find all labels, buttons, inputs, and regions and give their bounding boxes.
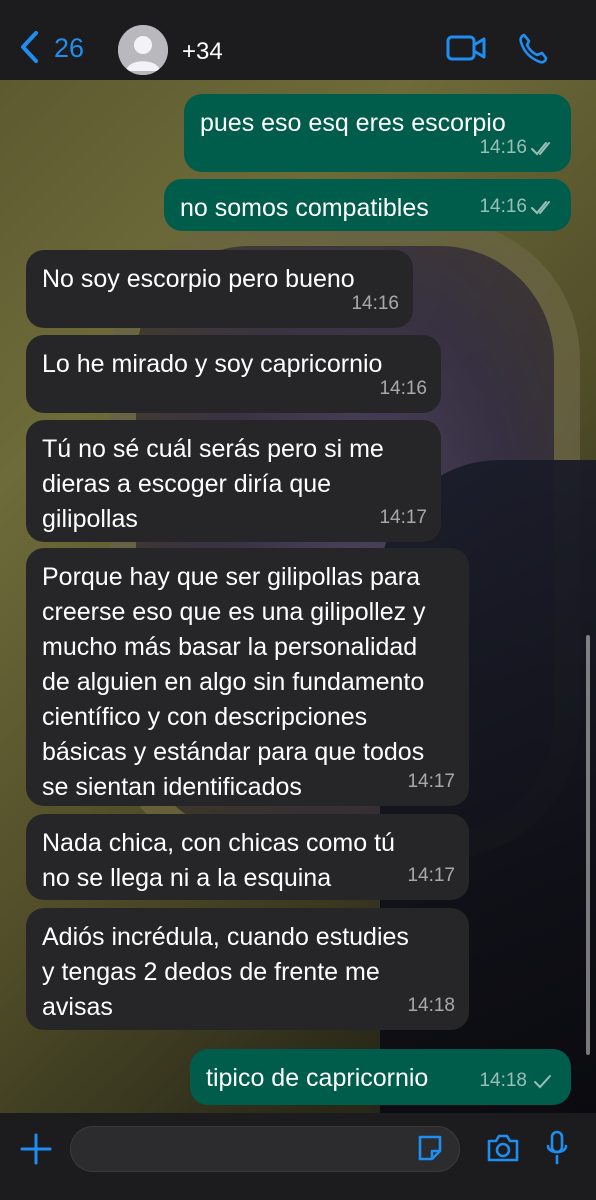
single-check-icon: [534, 1074, 551, 1088]
message-time: 14:16: [351, 293, 399, 314]
message-text: Porque hay que ser gilipollas para creer…: [42, 563, 426, 801]
input-bar: [0, 1113, 596, 1200]
message-bubble-incoming[interactable]: Tú no sé cuál serás pero si me dieras a …: [26, 420, 441, 542]
message-meta: 14:17: [379, 500, 427, 535]
message-time: 14:18: [407, 995, 455, 1016]
message-meta: 14:18: [407, 988, 455, 1023]
message-meta: 14:17: [407, 858, 455, 893]
scroll-indicator[interactable]: [586, 635, 590, 1055]
plus-icon[interactable]: [20, 1133, 52, 1165]
message-bubble-outgoing[interactable]: no somos compatibles 14:16: [164, 179, 571, 231]
message-time: 14:18: [479, 1070, 527, 1091]
camera-icon[interactable]: [486, 1133, 520, 1163]
message-input[interactable]: [70, 1126, 460, 1172]
default-avatar-icon: [118, 25, 168, 75]
message-text: No soy escorpio pero bueno: [42, 265, 355, 293]
message-time: 14:16: [479, 137, 527, 158]
message-bubble-incoming[interactable]: Adiós incrédula, cuando estudies y tenga…: [26, 908, 469, 1030]
microphone-icon[interactable]: [546, 1130, 568, 1166]
message-time: 14:17: [407, 771, 455, 792]
message-bubble-incoming[interactable]: Nada chica, con chicas como tú no se lle…: [26, 814, 469, 900]
phone-icon[interactable]: [518, 33, 548, 65]
double-check-icon: [531, 141, 550, 155]
message-bubble-outgoing[interactable]: tipico de capricornio 14:18: [190, 1049, 571, 1105]
message-meta: 14:16: [379, 371, 427, 406]
message-text: Lo he mirado y soy capricornio: [42, 350, 383, 378]
message-time: 14:16: [379, 378, 427, 399]
message-meta: 14:16: [351, 286, 399, 321]
message-bubble-incoming[interactable]: Porque hay que ser gilipollas para creer…: [26, 548, 469, 806]
chevron-left-icon: [21, 31, 38, 63]
sticker-icon[interactable]: [416, 1133, 444, 1163]
video-camera-icon[interactable]: [446, 33, 486, 63]
message-bubble-incoming[interactable]: Lo he mirado y soy capricornio 14:16: [26, 335, 441, 413]
avatar[interactable]: [118, 25, 168, 75]
message-bubble-incoming[interactable]: No soy escorpio pero bueno 14:16: [26, 250, 413, 328]
message-time: 14:17: [407, 865, 455, 886]
unread-count: 26: [54, 32, 85, 63]
contact-name[interactable]: +34: [182, 38, 223, 66]
message-text: Nada chica, con chicas como tú no se lle…: [42, 829, 395, 892]
message-bubble-outgoing[interactable]: pues eso esq eres escorpio 14:16: [184, 94, 571, 172]
message-time: 14:17: [379, 507, 427, 528]
back-button[interactable]: 26: [18, 30, 84, 64]
message-meta: 14:18: [479, 1063, 557, 1098]
message-meta: 14:16: [479, 130, 557, 165]
message-text: Tú no sé cuál serás pero si me dieras a …: [42, 435, 384, 533]
message-text: Adiós incrédula, cuando estudies y tenga…: [42, 923, 409, 1021]
chat-area[interactable]: pues eso esq eres escorpio 14:16 no somo…: [0, 80, 596, 1113]
message-meta: 14:16: [479, 189, 557, 224]
message-time: 14:16: [479, 196, 527, 217]
chat-header: 26 +34: [0, 0, 596, 80]
message-meta: 14:17: [407, 764, 455, 799]
double-check-icon: [531, 200, 550, 214]
